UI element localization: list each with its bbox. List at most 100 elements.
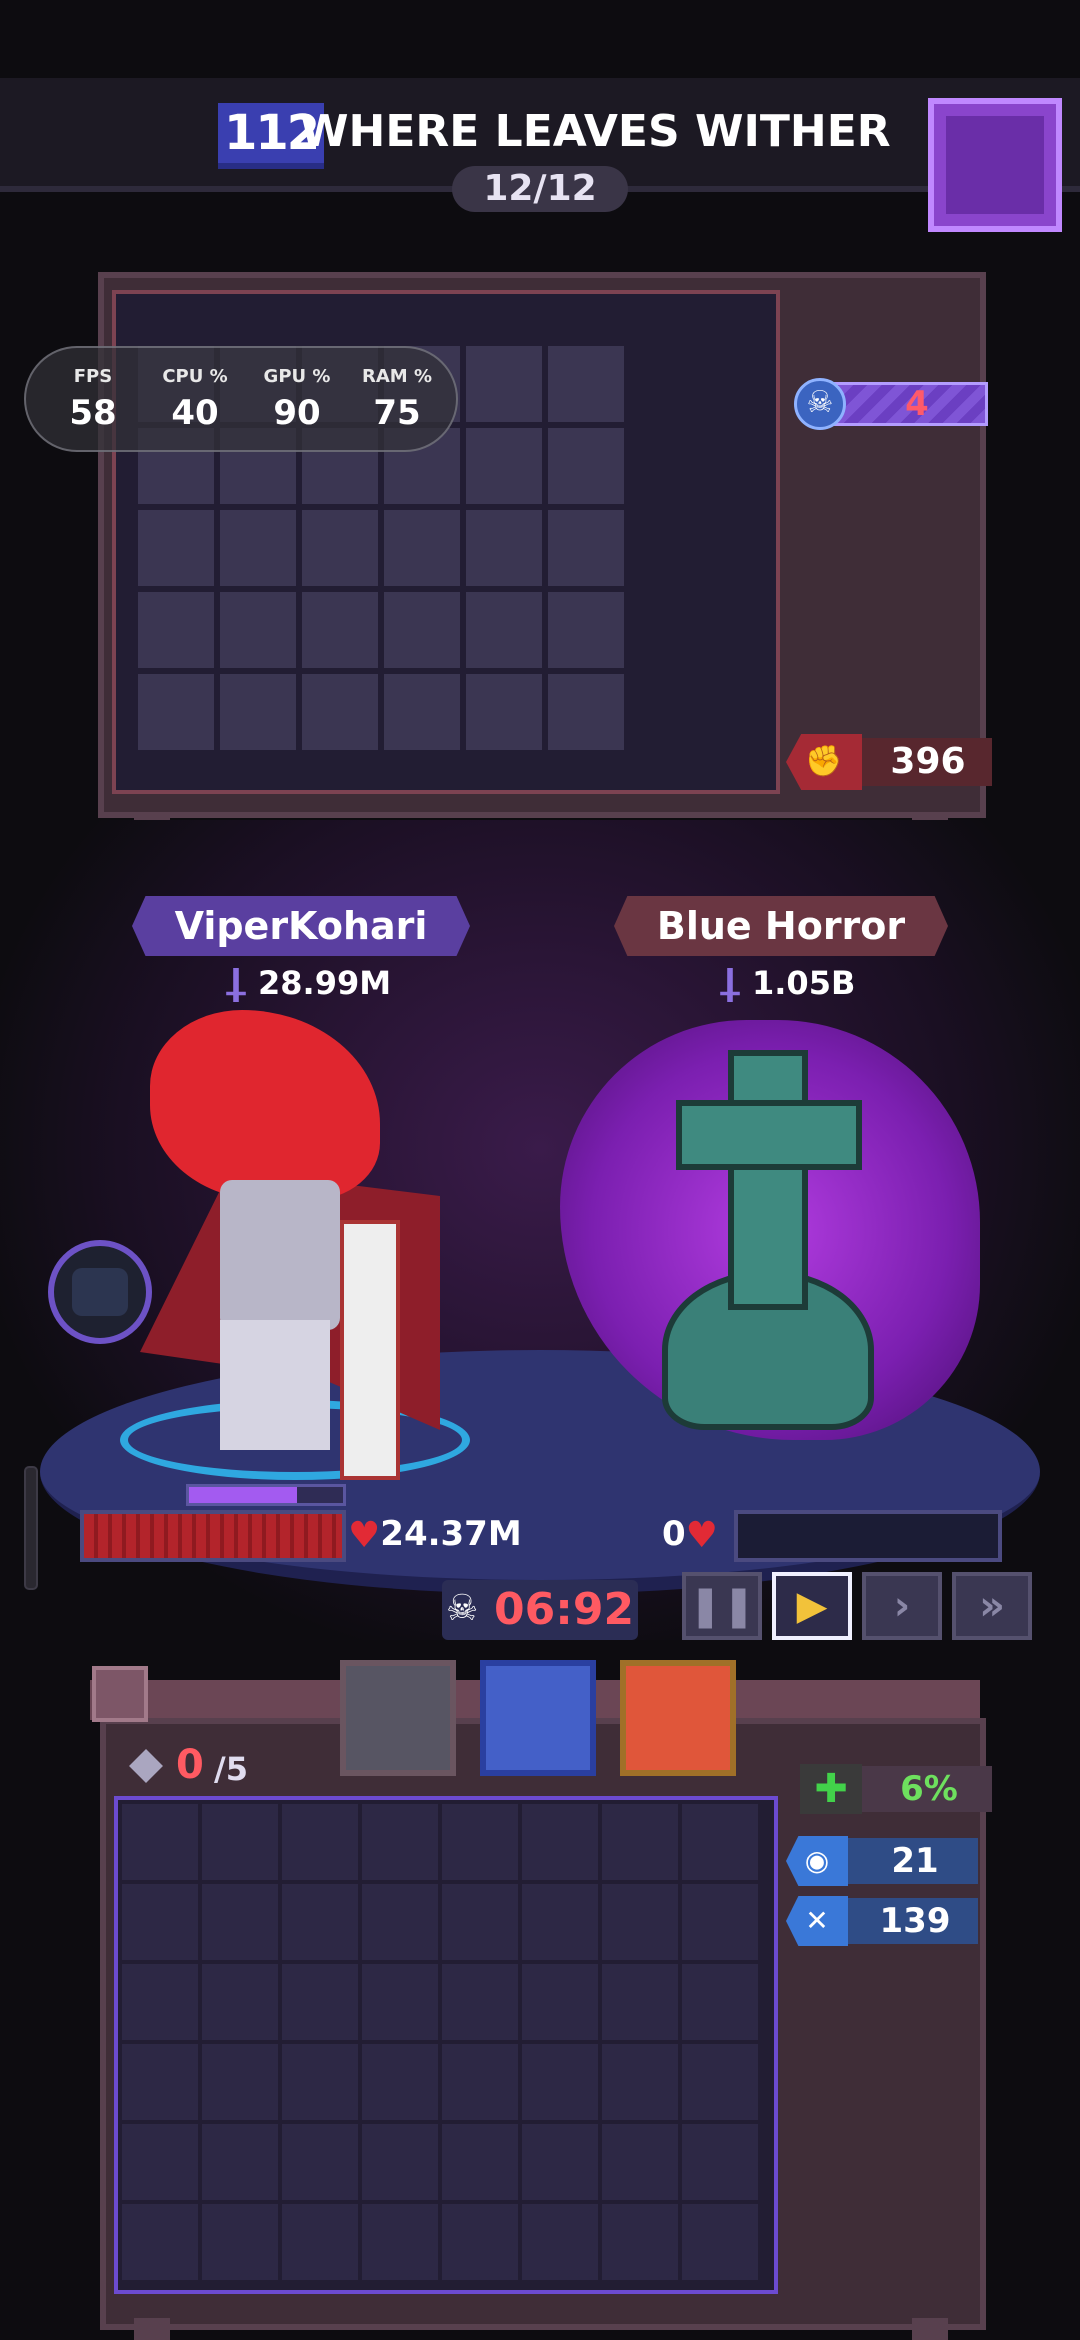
skull-icon: ☠ (794, 378, 846, 430)
inventory-slot[interactable] (282, 2044, 358, 2120)
sword-icon (720, 968, 740, 1002)
inventory-slot[interactable] (522, 1804, 598, 1880)
equipment-slot[interactable] (138, 592, 214, 668)
hero-tab-locked[interactable] (340, 1660, 456, 1776)
equipment-slot[interactable] (548, 428, 624, 504)
stage-progress: 12/12 (452, 166, 628, 212)
ram-stat: RAM % 75 (352, 366, 442, 433)
list-menu-icon[interactable] (92, 1666, 148, 1722)
inventory-slot[interactable] (442, 2124, 518, 2200)
inventory-slot[interactable] (362, 2204, 438, 2280)
inventory-slot[interactable] (442, 2204, 518, 2280)
equipment-slot[interactable] (548, 674, 624, 750)
equipment-slot[interactable] (548, 346, 624, 422)
speed-3x-button[interactable]: » (952, 1572, 1032, 1640)
equipment-slot[interactable] (302, 674, 378, 750)
inventory-slot[interactable] (202, 2204, 278, 2280)
inventory-slot[interactable] (202, 2044, 278, 2120)
equipment-slot[interactable] (384, 510, 460, 586)
inventory-slot[interactable] (602, 1884, 678, 1960)
equipment-slot[interactable] (220, 510, 296, 586)
equipment-slot[interactable] (138, 674, 214, 750)
inventory-slot[interactable] (682, 1884, 758, 1960)
inventory-slot[interactable] (362, 1804, 438, 1880)
equipment-slot[interactable] (466, 674, 542, 750)
inventory-slot[interactable] (202, 2124, 278, 2200)
equipment-slot[interactable] (220, 674, 296, 750)
inventory-slot[interactable] (442, 1884, 518, 1960)
inventory-slot[interactable] (122, 1884, 198, 1960)
enemy-hp-value: 0 (662, 1514, 686, 1554)
inventory-slot[interactable] (122, 1804, 198, 1880)
inventory-slot[interactable] (682, 1964, 758, 2040)
equipment-slot[interactable] (466, 428, 542, 504)
player-power-value: 28.99M (258, 964, 392, 1002)
inventory-slot[interactable] (602, 2044, 678, 2120)
inventory-slot[interactable] (522, 2204, 598, 2280)
inventory-slot[interactable] (202, 1804, 278, 1880)
equipment-slot[interactable] (138, 510, 214, 586)
inventory-slot[interactable] (522, 1964, 598, 2040)
inventory-slot[interactable] (442, 1964, 518, 2040)
inventory-slot[interactable] (202, 1964, 278, 2040)
inventory-slot[interactable] (362, 1964, 438, 2040)
equipment-slot[interactable] (384, 674, 460, 750)
enemy-hp-bar (734, 1510, 1002, 1562)
equipment-slot[interactable] (302, 510, 378, 586)
fist-icon: ✊ (786, 734, 862, 790)
inventory-slot[interactable] (122, 2044, 198, 2120)
equipment-slot[interactable] (548, 592, 624, 668)
equipment-slot[interactable] (220, 592, 296, 668)
inventory-slot[interactable] (522, 1884, 598, 1960)
crossed-swords-icon: ✕ (786, 1896, 848, 1946)
inventory-slot[interactable] (602, 2204, 678, 2280)
equipment-slot[interactable] (384, 592, 460, 668)
side-drawer-handle[interactable] (24, 1466, 38, 1590)
play-speed-1x-button[interactable]: ▶ (772, 1572, 852, 1640)
inventory-slot[interactable] (682, 1804, 758, 1880)
inventory-slot[interactable] (602, 1804, 678, 1880)
inventory-slot[interactable] (122, 2124, 198, 2200)
inventory-slot[interactable] (282, 1884, 358, 1960)
equipment-slot[interactable] (548, 510, 624, 586)
panel-stand (134, 2318, 170, 2340)
bite-stat: ◉ 21 (786, 1836, 982, 1886)
pause-button[interactable]: ❚❚ (682, 1572, 762, 1640)
inventory-slot[interactable] (442, 2044, 518, 2120)
inventory-slot[interactable] (602, 1964, 678, 2040)
inventory-slot[interactable] (362, 2044, 438, 2120)
inventory-slot[interactable] (202, 1884, 278, 1960)
hero-xp-bar (186, 1484, 346, 1506)
equipment-slot[interactable] (302, 592, 378, 668)
inventory-slot[interactable] (442, 1804, 518, 1880)
inventory-slot[interactable] (522, 2124, 598, 2200)
inventory-slot[interactable] (682, 2204, 758, 2280)
speed-2x-button[interactable]: › (862, 1572, 942, 1640)
inventory-slot[interactable] (522, 2044, 598, 2120)
inventory-slot[interactable] (282, 1804, 358, 1880)
performance-overlay: FPS 58 CPU % 40 GPU % 90 RAM % 75 (24, 346, 458, 452)
inventory-slot[interactable] (682, 2044, 758, 2120)
companion-portrait[interactable] (48, 1240, 152, 1344)
inventory-slot[interactable] (282, 2204, 358, 2280)
hero-hair (150, 1010, 380, 1200)
backpack-button[interactable] (928, 98, 1062, 232)
power-counter: ✊ 396 (786, 734, 996, 790)
inventory-slot[interactable] (682, 2124, 758, 2200)
inventory-slot[interactable] (602, 2124, 678, 2200)
equipment-slot[interactable] (466, 592, 542, 668)
inventory-slot[interactable] (362, 2124, 438, 2200)
equipment-slot[interactable] (466, 510, 542, 586)
inventory-slot[interactable] (282, 2124, 358, 2200)
gpu-label: GPU % (263, 366, 331, 387)
inventory-slot[interactable] (122, 1964, 198, 2040)
inventory-grid[interactable] (114, 1796, 778, 2294)
inventory-slot[interactable] (362, 1884, 438, 1960)
inventory-slot[interactable] (282, 1964, 358, 2040)
hero-tab-wolf[interactable] (480, 1660, 596, 1776)
equipment-slot[interactable] (466, 346, 542, 422)
heart-icon: ♥ (685, 1515, 718, 1556)
hero-tab-dragon[interactable] (620, 1660, 736, 1776)
inventory-slot[interactable] (122, 2204, 198, 2280)
hero-hp-label: ♥24.37M (348, 1514, 522, 1556)
